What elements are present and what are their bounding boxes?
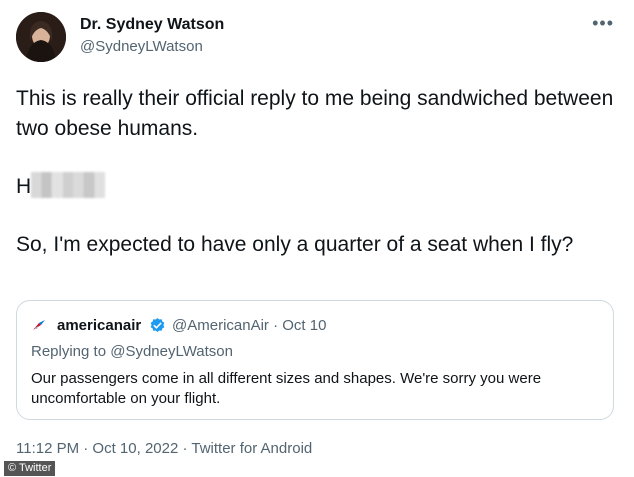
tweet-text-line-3: So, I'm expected to have only a quarter … [16, 233, 574, 256]
quoted-author-name[interactable]: americanair [57, 317, 141, 334]
tweet-timestamp-source[interactable]: 11:12 PM · Oct 10, 2022 · Twitter for An… [16, 440, 312, 457]
tweet-text-visible: H [16, 175, 32, 198]
avatar[interactable] [16, 12, 66, 62]
tweet-text-line-2: H [16, 172, 626, 202]
avatar-image [16, 12, 66, 62]
quoted-text: Our passengers come in all different siz… [31, 370, 542, 407]
quoted-tweet[interactable]: americanair @AmericanAir · Oct 10 Replyi… [16, 300, 614, 420]
tweet-text-line-1: This is really their official reply to m… [16, 87, 614, 140]
verified-badge-icon [150, 318, 165, 332]
quoted-handle-date[interactable]: @AmericanAir · Oct 10 [172, 317, 326, 334]
tweet-card: Dr. Sydney Watson @SydneyLWatson ••• Thi… [0, 0, 634, 477]
image-credit: © Twitter [4, 461, 56, 476]
author-handle[interactable]: @SydneyLWatson [80, 38, 203, 55]
tweet-body: This is really their official reply to m… [16, 84, 626, 288]
author-name[interactable]: Dr. Sydney Watson [80, 16, 224, 34]
blurred-text [31, 172, 106, 198]
american-airlines-logo-icon [33, 320, 45, 330]
replying-to[interactable]: Replying to @SydneyLWatson [31, 343, 233, 360]
more-horizontal-icon[interactable]: ••• [592, 14, 614, 32]
